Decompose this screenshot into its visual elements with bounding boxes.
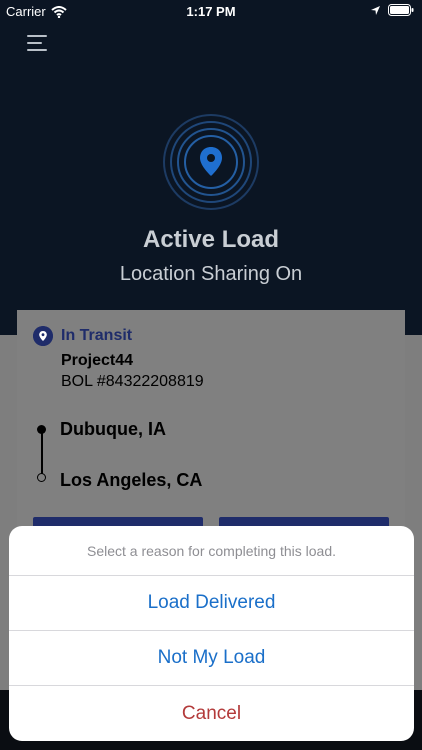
page-title: Active Load: [142, 226, 280, 253]
bol-number: BOL #84322208819: [61, 373, 204, 390]
origin-dot-icon: [37, 425, 46, 434]
hamburger-menu-icon: [27, 35, 47, 37]
not-my-load-button[interactable]: Not My Load: [9, 631, 414, 686]
hamburger-menu-icon-line-2: [27, 42, 42, 44]
action-sheet-title: Select a reason for completing this load…: [9, 526, 414, 576]
load-card: In Transit Project44 BOL #84322208819 Du…: [17, 310, 405, 560]
cancel-button[interactable]: Cancel: [9, 686, 414, 741]
location-arrow-icon: [371, 5, 380, 15]
map-pin-icon: [33, 326, 53, 346]
company-name: Project44: [61, 352, 134, 369]
status-bar: Carrier 1:17 PM: [0, 0, 422, 22]
location-pin-pulse-icon: [163, 114, 259, 210]
menu-button[interactable]: [27, 33, 49, 53]
clock: 1:17 PM: [186, 4, 236, 19]
origin-location: Dubuque, IA: [60, 419, 166, 439]
load-delivered-button[interactable]: Load Delivered: [9, 576, 414, 631]
status-badge: In Transit: [61, 327, 133, 344]
page-subtitle: Location Sharing On: [119, 263, 303, 285]
route-line: [41, 430, 43, 478]
action-sheet: Select a reason for completing this load…: [9, 526, 414, 741]
hamburger-menu-icon-line-3: [27, 49, 47, 51]
battery-icon: [388, 4, 414, 16]
destination-location: Los Angeles, CA: [60, 470, 203, 490]
destination-ring-icon: [37, 473, 46, 482]
status-icons: [370, 4, 414, 16]
